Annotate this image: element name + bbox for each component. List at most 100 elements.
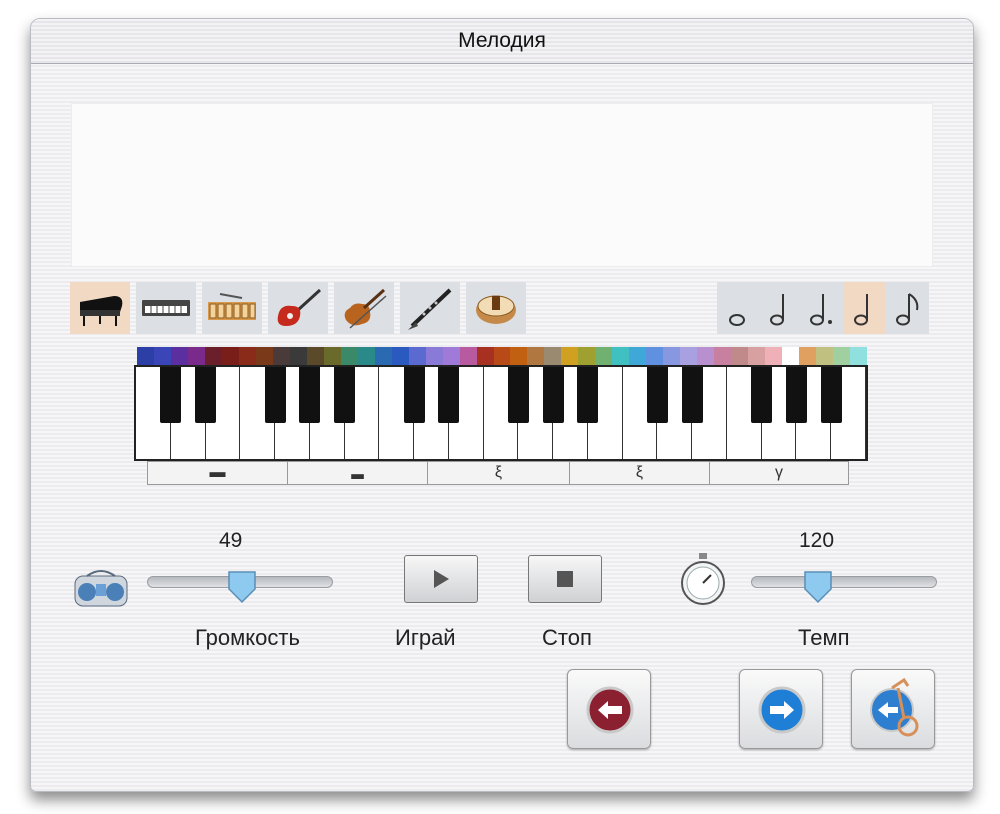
play-label: Играй: [395, 625, 456, 650]
melody-staff-area[interactable]: [71, 103, 933, 267]
black-key[interactable]: [751, 367, 773, 423]
key-color-swatch: [238, 347, 257, 365]
forward-button[interactable]: [739, 669, 823, 749]
whole-note-icon: [729, 314, 745, 326]
quarter-rest-icon: ξ: [635, 464, 644, 481]
clarinet-icon: [408, 288, 452, 330]
key-color-swatch: [289, 347, 308, 365]
whole-rest-icon: ▬: [209, 464, 226, 481]
key-color-swatch: [391, 347, 410, 365]
key-color-swatch: [493, 347, 511, 365]
black-key[interactable]: [507, 367, 529, 423]
black-key[interactable]: [820, 367, 842, 423]
instrument-electric-guitar-button[interactable]: [268, 282, 328, 334]
key-color-swatch: [255, 347, 274, 365]
eighth-note-icon: [896, 293, 919, 326]
key-color-swatch: [459, 347, 478, 365]
tempo-slider-thumb[interactable]: [802, 569, 834, 605]
key-color-swatch: [187, 347, 206, 365]
duration-eighth-button[interactable]: [885, 282, 929, 334]
key-color-swatch: [850, 347, 868, 365]
black-key[interactable]: [195, 367, 217, 423]
eighth-rest-button[interactable]: γ: [710, 462, 848, 484]
key-color-swatch: [153, 347, 172, 365]
electric-guitar-icon: [277, 288, 322, 326]
piano-keyboard[interactable]: [134, 365, 868, 461]
black-key[interactable]: [264, 367, 286, 423]
key-color-swatch: [374, 347, 393, 365]
half-note-icon: [770, 294, 784, 326]
key-color-swatch: [561, 347, 579, 365]
key-color-swatch: [170, 347, 189, 365]
volume-label: Громкость: [195, 625, 300, 650]
drum-icon: [476, 295, 516, 324]
key-color-swatch: [442, 347, 461, 365]
key-color-swatch: [544, 347, 562, 365]
black-key[interactable]: [681, 367, 703, 423]
instrument-piano-button[interactable]: [70, 282, 130, 334]
black-key[interactable]: [403, 367, 425, 423]
instrument-synthesizer-button[interactable]: [136, 282, 196, 334]
tempo-slider-track[interactable]: [751, 576, 937, 588]
key-color-swatch: [357, 347, 376, 365]
melody-window: Мелодия ▬ ▂ ξ ξ γ 49 Громкость Играй Сто…: [30, 18, 974, 792]
piano-icon: [80, 296, 123, 326]
rest-strip[interactable]: ▬ ▂ ξ ξ γ: [147, 461, 849, 485]
black-key[interactable]: [646, 367, 668, 423]
key-color-swatch: [527, 347, 545, 365]
key-color-swatch: [204, 347, 223, 365]
quarter-rest-icon: ξ: [494, 464, 503, 481]
key-color-swatch: [425, 347, 444, 365]
quarter-rest-button[interactable]: ξ: [428, 462, 570, 484]
duration-half-button[interactable]: [759, 282, 801, 334]
black-key[interactable]: [577, 367, 599, 423]
instrument-drum-button[interactable]: [466, 282, 526, 334]
stopwatch-icon: [681, 553, 725, 605]
key-color-swatch: [629, 347, 647, 365]
instrument-violin-button[interactable]: [334, 282, 394, 334]
black-key[interactable]: [785, 367, 807, 423]
quarter-rest-button-2[interactable]: ξ: [570, 462, 710, 484]
duration-whole-button[interactable]: [717, 282, 759, 334]
key-color-swatch: [306, 347, 325, 365]
title-bar[interactable]: Мелодия: [31, 19, 973, 64]
key-color-swatch: [408, 347, 427, 365]
key-color-swatch: [221, 347, 240, 365]
key-color-swatch: [137, 347, 155, 365]
tempo-label: Темп: [798, 625, 850, 650]
instrument-xylophone-button[interactable]: [202, 282, 262, 334]
stop-button[interactable]: [528, 555, 602, 603]
half-rest-icon: ▂: [351, 462, 364, 479]
key-color-swatch: [612, 347, 630, 365]
key-color-swatch: [697, 347, 715, 365]
key-color-swatch: [578, 347, 596, 365]
black-key[interactable]: [160, 367, 182, 423]
volume-value: 49: [219, 529, 243, 552]
tempo-value: 120: [799, 529, 835, 552]
black-key[interactable]: [334, 367, 356, 423]
whole-rest-button[interactable]: ▬: [148, 462, 288, 484]
synthesizer-icon: [142, 300, 190, 316]
volume-slider-thumb[interactable]: [226, 569, 258, 605]
key-color-swatch: [816, 347, 834, 365]
instrument-clarinet-button[interactable]: [400, 282, 460, 334]
forward-arrow-icon: [758, 686, 806, 734]
black-key[interactable]: [542, 367, 564, 423]
black-key[interactable]: [438, 367, 460, 423]
eighth-rest-icon: γ: [775, 464, 783, 481]
key-color-swatch: [663, 347, 681, 365]
play-button[interactable]: [404, 555, 478, 603]
key-color-swatch: [272, 347, 291, 365]
half-rest-button[interactable]: ▂: [288, 462, 428, 484]
key-color-swatch: [833, 347, 851, 365]
duration-quarter-button[interactable]: [843, 282, 885, 334]
exit-button[interactable]: [851, 669, 935, 749]
exit-key-icon: [870, 677, 919, 737]
black-key[interactable]: [299, 367, 321, 423]
key-color-swatch: [646, 347, 664, 365]
key-color-swatch: [714, 347, 732, 365]
window-title: Мелодия: [458, 29, 546, 52]
xylophone-icon: [208, 293, 256, 320]
back-button[interactable]: [567, 669, 651, 749]
duration-dotted-half-button[interactable]: [801, 282, 843, 334]
